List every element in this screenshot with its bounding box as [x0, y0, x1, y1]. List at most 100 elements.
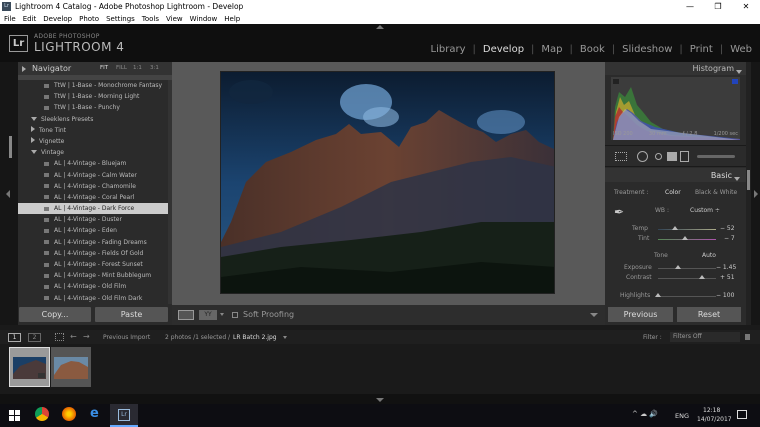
right-panel-scroll-thumb[interactable]: [747, 170, 750, 190]
preset-item[interactable]: AL | 4-Vintage - Fields Of Gold: [18, 248, 168, 259]
menu-window[interactable]: Window: [190, 15, 218, 23]
exposure-value[interactable]: − 1.45: [716, 264, 736, 271]
module-develop[interactable]: Develop: [483, 44, 524, 55]
module-map[interactable]: Map: [541, 44, 562, 55]
forward-arrow-icon[interactable]: →: [83, 332, 90, 341]
zoom-3-1[interactable]: 3:1: [150, 65, 159, 71]
back-arrow-icon[interactable]: ←: [70, 332, 77, 341]
right-panel-scrollbar[interactable]: [746, 62, 751, 325]
preset-item[interactable]: AL | 4-Vintage - Coral Pearl: [18, 192, 168, 203]
zoom-1-1[interactable]: 1:1: [133, 65, 142, 71]
preset-item[interactable]: AL | 4-Vintage - Bluejam: [18, 158, 168, 169]
preset-item[interactable]: AL | 4-Vintage - Mint Bubblegum: [18, 270, 168, 281]
exposure-slider-handle[interactable]: [675, 265, 682, 269]
radial-filter-icon[interactable]: [680, 151, 689, 162]
filter-select[interactable]: Filters Off: [670, 332, 740, 342]
module-book[interactable]: Book: [580, 44, 605, 55]
loupe-view-icon[interactable]: [178, 310, 194, 320]
tint-value[interactable]: − 7: [724, 235, 735, 242]
treatment-color[interactable]: Color: [665, 189, 681, 196]
window-1-button[interactable]: 1: [8, 333, 21, 342]
preset-item[interactable]: AL | 4-Vintage - Calm Water: [18, 170, 168, 181]
module-library[interactable]: Library: [431, 44, 466, 55]
menu-develop[interactable]: Develop: [43, 15, 72, 23]
selected-filename[interactable]: LR Batch 2.jpg: [233, 334, 277, 341]
menu-edit[interactable]: Edit: [23, 15, 37, 23]
copy-button[interactable]: Copy...: [19, 307, 91, 322]
right-panel-toggle-icon[interactable]: [754, 190, 758, 198]
preset-item[interactable]: AL | 4-Vintage - Dark Force: [18, 203, 168, 215]
firefox-icon[interactable]: [62, 407, 76, 421]
highlights-value[interactable]: − 100: [716, 292, 734, 299]
navigator-header[interactable]: Navigator FIT FILL 1:1 3:1: [18, 62, 172, 75]
dropdown-arrow-icon[interactable]: [220, 313, 224, 316]
temp-slider[interactable]: [658, 229, 716, 230]
filmstrip-thumbnail[interactable]: [51, 347, 91, 387]
clock-date[interactable]: 14/07/2017: [697, 416, 732, 423]
preset-folder[interactable]: Tone Tint: [18, 125, 168, 136]
wb-value[interactable]: Custom ÷: [690, 207, 720, 214]
menu-help[interactable]: Help: [224, 15, 240, 23]
before-after-button[interactable]: YY: [199, 310, 217, 320]
preset-item[interactable]: AL | 4-Vintage - Forest Sunset: [18, 259, 168, 270]
preset-folder[interactable]: Vignette: [18, 136, 168, 147]
basic-header[interactable]: Basic: [605, 168, 746, 182]
reset-button[interactable]: Reset: [677, 307, 741, 322]
auto-tone-button[interactable]: Auto: [702, 252, 716, 259]
lightroom-taskbar-button[interactable]: Lr: [110, 404, 138, 427]
preset-item[interactable]: TtW | 1-Base - Morning Light: [18, 91, 168, 102]
close-button[interactable]: ✕: [732, 0, 760, 13]
graduated-filter-icon[interactable]: [667, 152, 677, 161]
tint-slider-handle[interactable]: [682, 236, 689, 240]
filename-dropdown-icon[interactable]: [283, 336, 287, 339]
spot-removal-icon[interactable]: [637, 151, 648, 162]
menu-photo[interactable]: Photo: [79, 15, 99, 23]
action-center-icon[interactable]: [737, 410, 747, 419]
edge-browser-icon[interactable]: e: [90, 406, 99, 421]
module-slideshow[interactable]: Slideshow: [622, 44, 672, 55]
preset-item[interactable]: AL | 4-Vintage - Duster: [18, 214, 168, 225]
preset-item[interactable]: AL | 4-Vintage - Old Film: [18, 281, 168, 292]
top-panel-toggle-icon[interactable]: [376, 25, 384, 29]
preset-folder[interactable]: Vintage: [18, 147, 168, 158]
grid-view-icon[interactable]: [55, 333, 64, 341]
exposure-slider[interactable]: [658, 268, 716, 269]
previous-button[interactable]: Previous: [608, 307, 673, 322]
soft-proofing-checkbox[interactable]: [232, 312, 238, 318]
window-2-button[interactable]: 2: [28, 333, 41, 342]
bottom-panel-toggle-icon[interactable]: [376, 398, 384, 402]
temp-slider-handle[interactable]: [672, 226, 679, 230]
highlights-slider[interactable]: [658, 296, 716, 297]
adjustment-brush-icon[interactable]: [697, 155, 735, 158]
contrast-slider-handle[interactable]: [698, 275, 705, 279]
start-button-icon[interactable]: [9, 410, 20, 421]
eyedropper-icon[interactable]: ✒: [614, 205, 628, 219]
highlights-slider-handle[interactable]: [655, 293, 661, 297]
contrast-slider[interactable]: [658, 278, 716, 279]
contrast-value[interactable]: + 51: [720, 274, 735, 281]
menu-file[interactable]: File: [4, 15, 16, 23]
menu-settings[interactable]: Settings: [106, 15, 135, 23]
treatment-bw[interactable]: Black & White: [695, 189, 737, 196]
menu-tools[interactable]: Tools: [142, 15, 159, 23]
histogram-header[interactable]: Histogram: [605, 62, 746, 75]
menu-view[interactable]: View: [166, 15, 183, 23]
preset-item[interactable]: AL | 4-Vintage - Old Film Dark: [18, 293, 168, 304]
lock-icon[interactable]: [745, 334, 750, 340]
maximize-button[interactable]: ❐: [704, 0, 732, 13]
left-panel-toggle-icon[interactable]: [6, 190, 10, 198]
minimize-button[interactable]: —: [676, 0, 704, 13]
zoom-fit[interactable]: FIT: [100, 65, 108, 71]
crop-tool-icon[interactable]: [615, 152, 627, 161]
preset-item[interactable]: TtW | 1-Base - Monochrome Fantasy: [18, 80, 168, 91]
preset-item[interactable]: AL | 4-Vintage - Fading Dreams: [18, 237, 168, 248]
source-label[interactable]: Previous Import: [103, 334, 150, 341]
system-tray-icons[interactable]: ^ ☁ 🔊: [632, 410, 658, 418]
filmstrip-thumbnail[interactable]: [9, 347, 50, 387]
temp-value[interactable]: − 52: [720, 225, 735, 232]
preset-item[interactable]: AL | 4-Vintage - Chamomile: [18, 181, 168, 192]
left-edge-scroll-thumb[interactable]: [9, 136, 12, 158]
module-print[interactable]: Print: [690, 44, 713, 55]
clock-time[interactable]: 12:18: [703, 407, 720, 414]
language-indicator[interactable]: ENG: [675, 412, 689, 420]
